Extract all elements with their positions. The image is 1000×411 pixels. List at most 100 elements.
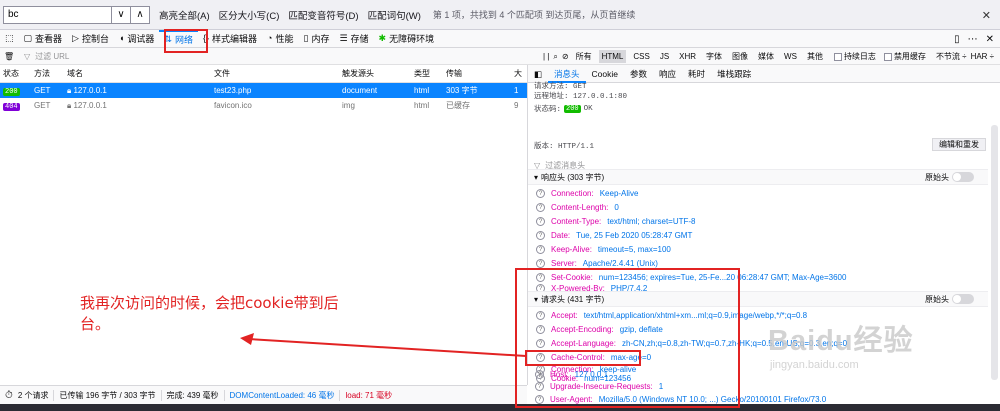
filter-html[interactable]: HTML (598, 50, 627, 63)
block-icon[interactable]: ⊘ (562, 52, 569, 61)
tab-stack-trace[interactable]: 堆栈跟踪 (711, 65, 757, 83)
header-row: ? Content-Type: text/html; charset=UTF-8 (536, 214, 696, 228)
edit-resend-button[interactable]: 编辑和重发 (932, 138, 986, 151)
help-icon[interactable]: ? (536, 202, 545, 212)
trash-icon[interactable]: 🗑 (4, 52, 14, 61)
filter-other[interactable]: 其他 (804, 50, 826, 63)
annotation-arrow (240, 333, 527, 357)
chevron-down-icon[interactable]: ∨ (112, 6, 131, 23)
filter-media[interactable]: 媒体 (755, 50, 777, 63)
scrollbar[interactable] (991, 125, 998, 380)
help-icon[interactable]: ? (536, 244, 545, 254)
filter-xhr[interactable]: XHR (676, 50, 699, 63)
row-size: 9 (514, 101, 519, 110)
tab-debugger[interactable]: ◖ 调试器 (114, 30, 159, 48)
status-bar: ⏱ 2 个请求 已传输 196 字节 / 303 字节 完成: 439 毫秒 D… (0, 385, 527, 404)
search-icon[interactable]: ⌕ (553, 52, 557, 62)
row-transferred: 已缓存 (446, 101, 470, 110)
table-row[interactable]: 200 GET 🔒︎ 127.0.0.1 test23.php document… (0, 83, 527, 98)
tab-console[interactable]: ▷ 控制台 (67, 30, 114, 48)
status-badge: 404 (3, 102, 20, 111)
disable-cache-checkbox[interactable]: 禁用缓存 (883, 51, 926, 62)
toggle-switch[interactable] (952, 294, 974, 304)
column-file[interactable]: 文件 (214, 68, 342, 79)
tab-memory[interactable]: ▯ 内存 (298, 30, 334, 48)
tab-storage[interactable]: ☰ 存储 (334, 30, 373, 48)
status-code-badge: 200 (564, 104, 581, 113)
help-icon[interactable]: ? (536, 258, 545, 268)
match-diacritics-option[interactable]: 匹配变音符号(D) (288, 8, 358, 22)
http-version: 版本: HTTP/1.1 (534, 143, 595, 151)
taskbar-strip (0, 404, 1000, 411)
inspector-icon: ▢ (23, 33, 33, 43)
find-nav: ∨ ∧ (112, 5, 150, 24)
column-method[interactable]: 方法 (34, 68, 67, 79)
more-icon[interactable]: ⋯ (968, 34, 978, 45)
throttle-select[interactable]: 不节流 ÷ (936, 51, 967, 62)
debugger-icon: ◖ (118, 33, 125, 43)
har-menu[interactable]: HAR ÷ (971, 52, 995, 61)
column-status[interactable]: 状态 (0, 68, 34, 79)
column-type[interactable]: 类型 (414, 68, 446, 79)
element-picker-icon[interactable]: ⬚ (0, 30, 19, 48)
match-case-option[interactable]: 区分大小写(C) (219, 8, 280, 22)
close-devtools-icon[interactable]: ✕ (986, 34, 994, 45)
filter-css[interactable]: CSS (630, 50, 652, 63)
help-icon[interactable]: ? (536, 230, 545, 240)
accessibility-icon: ✱ (378, 33, 387, 43)
tab-performance[interactable]: ◔ 性能 (262, 30, 298, 48)
row-file: test23.php (214, 86, 252, 95)
response-headers-section[interactable]: ▾ 响应头 (303 字节) 原始头 (528, 169, 988, 185)
row-transferred: 303 字节 (446, 86, 478, 95)
row-domain: 127.0.0.1 (73, 85, 107, 95)
tab-response[interactable]: 响应 (653, 65, 682, 83)
filter-all[interactable]: 所有 (573, 50, 595, 63)
devtools-toolbar: ⬚ ▢ 查看器 ▷ 控制台 ◖ 调试器 ⇅ 网络 {} 样式编辑器 ◔ 性能 ▯ 内存 ☰ 存储… (0, 29, 1000, 48)
toggle-switch[interactable] (952, 172, 974, 182)
find-input[interactable] (3, 5, 112, 24)
row-type: html (414, 101, 430, 110)
row-cause: document (342, 86, 378, 95)
cookie-highlight (525, 350, 641, 366)
finish-time: 完成: 439 毫秒 (166, 390, 219, 400)
find-bar: ∨ ∧ 高亮全部(A) 区分大小写(C) 匹配变音符号(D) 匹配词句(W) 第… (0, 0, 1000, 30)
column-domain[interactable]: 域名 (67, 68, 214, 79)
row-method: GET (34, 86, 51, 95)
header-row: ? Keep-Alive: timeout=5, max=100 (536, 242, 671, 256)
tab-cookies[interactable]: Cookie (586, 65, 624, 83)
watermark-url: jingyan.baidu.com (770, 359, 859, 371)
raw-headers-toggle[interactable]: 原始头 (925, 294, 974, 305)
column-size[interactable]: 大 (514, 68, 527, 79)
row-cause: img (342, 101, 355, 110)
pause-icon[interactable]: | | (543, 52, 549, 61)
timer-icon: ⏱ (5, 389, 13, 401)
help-icon[interactable]: ? (536, 188, 545, 198)
row-type: html (414, 86, 430, 95)
filter-fonts[interactable]: 字体 (703, 50, 725, 63)
tab-inspector[interactable]: ▢ 查看器 (19, 30, 68, 48)
table-row[interactable]: 404 GET 🔒︎ 127.0.0.1 favicon.ico img htm… (0, 98, 527, 113)
close-icon[interactable]: ✕ (982, 9, 991, 22)
dock-icon[interactable]: ▯ (954, 34, 960, 45)
help-icon[interactable]: ? (536, 216, 545, 226)
url-filter[interactable]: 🗑 ▽ 过滤 URL (0, 48, 540, 65)
column-cause[interactable]: 触发源头 (342, 68, 414, 79)
persist-logs-checkbox[interactable]: 持续日志 (833, 51, 876, 62)
storage-icon: ☰ (339, 33, 348, 43)
tab-accessibility[interactable]: ✱ 无障碍环境 (374, 30, 440, 48)
details-tabs: ◧ 消息头 Cookie 参数 响应 耗时 堆栈跟踪 (528, 65, 1000, 83)
header-row: ? Date: Tue, 25 Feb 2020 05:28:47 GMT (536, 228, 692, 242)
tab-params[interactable]: 参数 (624, 65, 653, 83)
filter-ws[interactable]: WS (781, 50, 800, 63)
filter-images[interactable]: 图像 (729, 50, 751, 63)
chevron-up-icon[interactable]: ∧ (131, 7, 149, 23)
raw-headers-toggle[interactable]: 原始头 (925, 172, 974, 183)
table-header: 状态 方法 域名 文件 触发源头 类型 传输 大 (0, 65, 527, 83)
whole-words-option[interactable]: 匹配词句(W) (368, 8, 421, 22)
column-transferred[interactable]: 传输 (446, 68, 514, 79)
highlight-all-option[interactable]: 高亮全部(A) (159, 8, 210, 22)
filter-js[interactable]: JS (657, 50, 672, 63)
watermark: Baidu经验 jingyan.baidu.com (768, 317, 914, 371)
network-tab-highlight (164, 29, 208, 53)
tab-timings[interactable]: 耗时 (682, 65, 711, 83)
